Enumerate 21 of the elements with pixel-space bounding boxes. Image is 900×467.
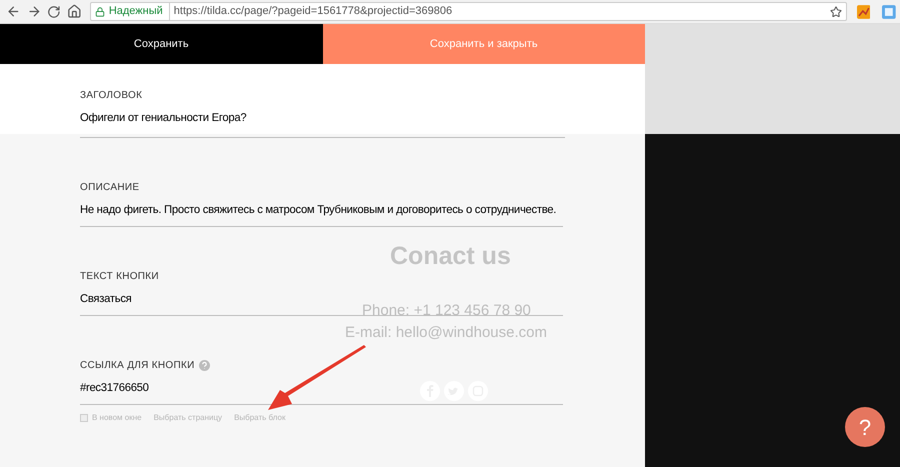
field-label: ЗАГОЛОВОК xyxy=(80,88,142,102)
home-icon[interactable] xyxy=(67,4,82,19)
field-input[interactable]: #rec31766650 xyxy=(80,380,149,400)
preview-phone: Phone: +1 123 456 78 90 xyxy=(362,301,531,321)
reload-icon[interactable] xyxy=(47,4,62,18)
chart-extension-icon[interactable] xyxy=(856,4,870,18)
bookmark-star-icon[interactable] xyxy=(830,6,842,18)
field-input[interactable]: Не надо фигеть. Просто свяжитесь с матросом Трубниковым и договоритесь о сотрудничестве. xyxy=(80,202,556,222)
back-icon[interactable] xyxy=(6,4,21,19)
field-label: ОПИСАНИЕ xyxy=(80,180,140,194)
preview-email: E-mail: hello@windhouse.com xyxy=(345,323,547,343)
field-label: ТЕКСТ КНОПКИ xyxy=(80,270,159,284)
address-bar[interactable]: Надежный https://tilda.cc/page/?pageid=1561778&projectid=369806 xyxy=(90,2,847,21)
lock-icon xyxy=(94,6,105,16)
secure-label: Надежный xyxy=(108,3,170,20)
save-button[interactable]: Сохранить xyxy=(0,24,322,64)
url-text: https://tilda.cc/page/?pageid=1561778&projectid=369806 xyxy=(174,4,452,20)
field-input[interactable]: Офигели от гениальности Егора? xyxy=(80,110,246,130)
field-label: ССЫЛКА ДЛЯ КНОПКИ xyxy=(80,358,195,372)
forward-icon[interactable] xyxy=(26,4,42,19)
field-input[interactable]: Связаться xyxy=(80,291,132,311)
